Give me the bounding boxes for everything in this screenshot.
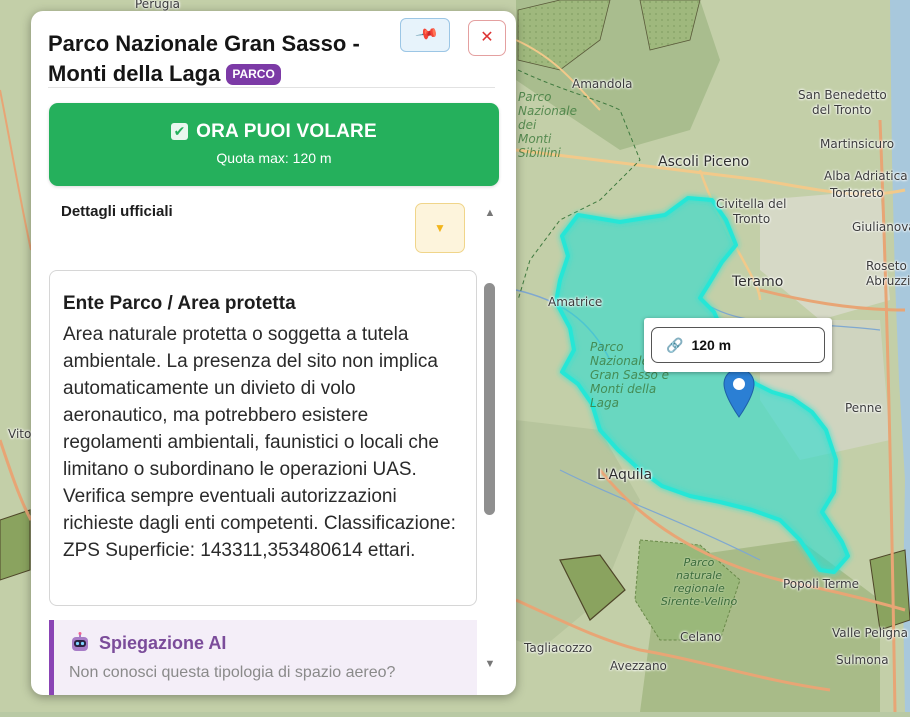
zone-description-card: Ente Parco / Area protetta Area naturale… (49, 270, 477, 606)
altitude-tooltip: 🔗 120 m (644, 318, 832, 372)
place-tagliacozzo: Tagliacozzo (524, 641, 593, 655)
ai-title: Spiegazione AI (99, 632, 227, 653)
details-label: Dettagli ufficiali (61, 203, 173, 220)
link-icon: 🔗 (666, 336, 684, 353)
pin-panel-button[interactable]: 📌 (400, 18, 450, 52)
place-roseto: Roseto (866, 259, 907, 273)
place-popoli: Popoli Terme (783, 577, 860, 591)
map-pin-icon[interactable] (723, 368, 755, 418)
scrollbar-thumb[interactable] (484, 283, 495, 515)
chevron-down-icon: ▼ (434, 221, 446, 235)
scroll-up-arrow[interactable]: ▲ (483, 207, 497, 219)
place-del-tronto: del Tronto (812, 103, 872, 117)
panel-title: Parco Nazionale Gran Sasso - Monti della… (48, 29, 403, 89)
description-body: Area naturale protetta o soggetta a tute… (63, 324, 456, 561)
ai-prompt-text: Non conosci questa tipologia di spazio a… (69, 664, 396, 681)
place-sulmona: Sulmona (836, 653, 889, 667)
place-avezzano: Avezzano (610, 659, 667, 673)
zone-type-badge: PARCO (226, 64, 281, 85)
close-button[interactable]: ✕ (468, 20, 506, 56)
place-martinsicuro: Martinsicuro (820, 137, 895, 151)
place-celano: Celano (680, 630, 722, 644)
place-perugia: Perugia (135, 0, 181, 11)
place-alba: Alba Adriatica (824, 169, 908, 183)
flight-status-banner: ✔ ORA PUOI VOLARE Quota max: 120 m (49, 103, 499, 186)
place-amatrice: Amatrice (548, 295, 603, 309)
place-penne: Penne (845, 401, 882, 415)
zone-info-panel: Parco Nazionale Gran Sasso - Monti della… (31, 11, 516, 695)
title-divider (48, 87, 495, 88)
scroll-down-arrow[interactable]: ▼ (483, 658, 497, 670)
place-vito: Vito (8, 427, 32, 441)
details-toggle-button[interactable]: ▼ (415, 203, 465, 253)
ai-explanation-box[interactable]: Spiegazione AI Non conosci questa tipolo… (49, 620, 477, 695)
park-label-sirente: Parco naturale regionale Sirente-Velino (660, 556, 738, 608)
place-ascoli: Ascoli Piceno (658, 154, 750, 170)
place-laquila: L'Aquila (597, 467, 653, 483)
check-icon: ✔ (171, 123, 189, 140)
park-label-sibillini: Parco Nazionale dei Monti Sibillini (518, 90, 577, 160)
place-civitella: Civitella del (716, 197, 787, 211)
pushpin-icon: 📌 (414, 22, 440, 47)
altitude-value: 120 m (691, 337, 732, 353)
place-abruzzi: Abruzzi (866, 274, 910, 288)
place-san-benedetto: San Benedetto (798, 88, 887, 102)
description-title: Ente Parco / Area protetta (63, 293, 296, 314)
status-headline: ORA PUOI VOLARE (196, 121, 377, 142)
status-max-altitude: Quota max: 120 m (216, 150, 332, 166)
place-tronto: Tronto (733, 212, 771, 226)
place-giulianova: Giulianova (852, 220, 910, 234)
place-amandola: Amandola (572, 77, 633, 91)
altitude-field: 🔗 120 m (651, 327, 825, 363)
zone-name: Parco Nazionale Gran Sasso - Monti della… (48, 31, 360, 86)
place-valle-peligna: Valle Peligna (832, 626, 908, 640)
robot-icon (72, 632, 88, 651)
place-teramo: Teramo (732, 274, 784, 290)
place-tortoreto: Tortoreto (830, 186, 884, 200)
